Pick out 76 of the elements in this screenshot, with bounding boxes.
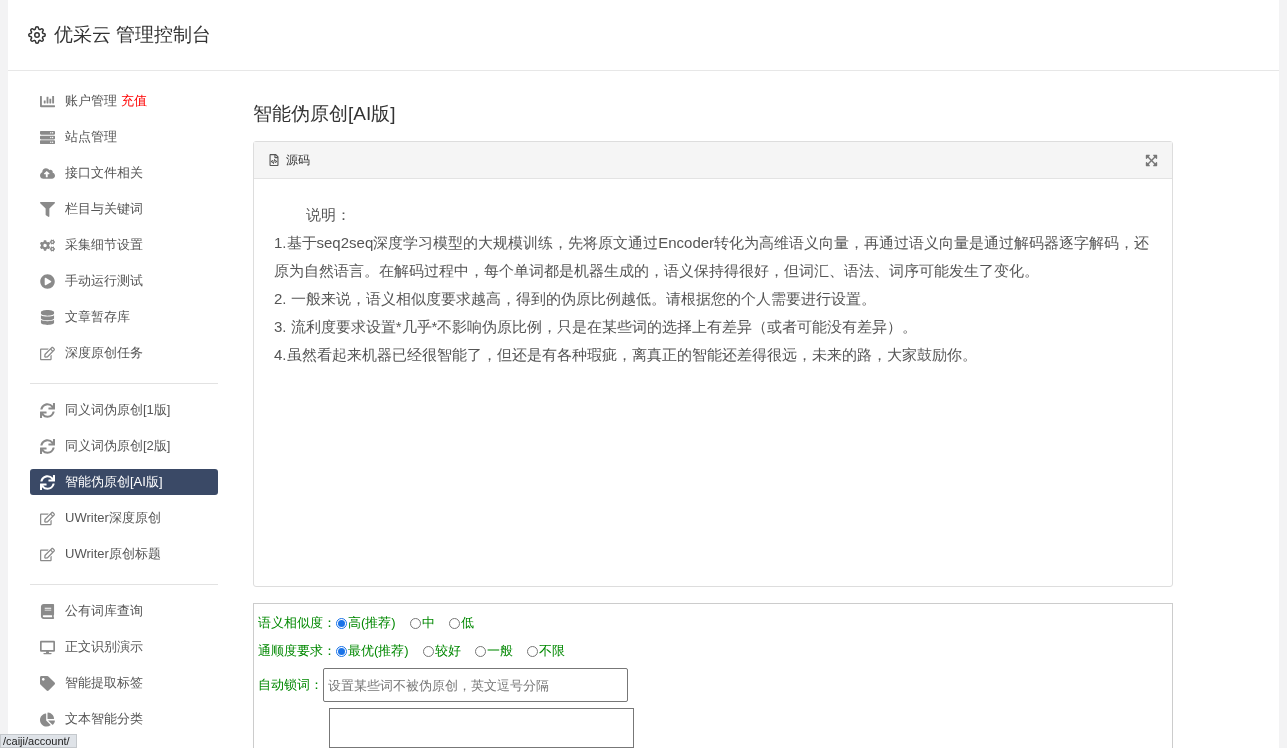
pie-chart-icon <box>40 711 55 727</box>
sidebar-item[interactable]: 智能提取标签 <box>30 670 218 696</box>
item-label: 同义词伪原创[2版] <box>65 437 171 455</box>
settings-icon <box>28 26 46 44</box>
book-icon <box>40 603 55 619</box>
item-label: 文章暂存库 <box>65 308 130 326</box>
sidebar-item[interactable]: 同义词伪原创[2版] <box>30 433 218 459</box>
sidebar-item[interactable]: 公有词库查询 <box>30 598 218 624</box>
field-label: 自动锁词： <box>258 676 323 694</box>
item-label: UWriter深度原创 <box>65 509 161 527</box>
sidebar-item[interactable]: 接口文件相关 <box>30 160 218 186</box>
server-icon <box>40 129 55 145</box>
item-label: 深度原创任务 <box>65 344 143 362</box>
item-label: 采集细节设置 <box>65 236 143 254</box>
sidebar-item[interactable]: UWriter原创标题 <box>30 541 218 567</box>
item-label: 手动运行测试 <box>65 272 143 290</box>
edit-icon <box>40 546 55 562</box>
sidebar-item[interactable]: 账户管理 充值 <box>30 88 218 114</box>
edit-icon <box>40 345 55 361</box>
radio-option[interactable]: 较好 <box>422 642 461 660</box>
note-paragraph: 2. 一般来说，语义相似度要求越高，得到的伪原比例越低。请根据您的个人需要进行设置。 <box>274 289 877 309</box>
field-label: 语义相似度： <box>258 614 336 632</box>
page-title: 智能伪原创[AI版] <box>253 102 397 126</box>
refresh-icon <box>40 402 55 418</box>
monitor-icon <box>40 639 55 655</box>
radio-option[interactable]: 最优(推荐) <box>336 642 409 660</box>
note-title: 说明： <box>305 205 352 225</box>
edit-icon <box>40 510 55 526</box>
sidebar-item[interactable]: 栏目与关键词 <box>30 196 218 222</box>
sidebar-item[interactable]: 文章暂存库 <box>30 304 218 330</box>
bar-chart-icon <box>40 93 55 109</box>
item-label: 接口文件相关 <box>65 164 143 182</box>
tag-icon <box>40 675 55 691</box>
status-url: /caiji/account/ <box>0 734 77 748</box>
refresh-icon <box>40 474 55 490</box>
input-field[interactable]: 设置某些词不被伪原创，英文逗号分隔 <box>323 668 628 702</box>
field-label: 通顺度要求： <box>258 642 336 660</box>
radio-option[interactable]: 高(推荐) <box>336 614 396 632</box>
radio-option[interactable]: 低 <box>448 614 474 632</box>
note-paragraph: 4.虽然看起来机器已经很智能了，但还是有各种瑕疵，离真正的智能还差得很远，未来的路，大家鼓励你。 <box>274 345 978 365</box>
database-icon <box>40 309 55 325</box>
text-area[interactable] <box>329 708 634 748</box>
item-label: UWriter原创标题 <box>65 545 161 563</box>
item-label: 账户管理 <box>65 92 117 110</box>
sidebar-item[interactable]: 采集细节设置 <box>30 232 218 258</box>
source-tab[interactable]: 源码 <box>268 151 310 169</box>
gears-icon <box>40 237 55 253</box>
fullscreen-icon[interactable] <box>1145 153 1158 167</box>
note-paragraph: 1.基于seq2seq深度学习模型的大规模训练，先将原文通过Encoder转化为高维语义向量，再通过语义向量是通过解码器逐字解码，还原为自然语言。在解码过程中，每个单词都是机器生成的，语义保持得很好，但词汇、语法、词序可能发生了变化。 <box>274 233 1151 281</box>
sidebar-item[interactable]: 文本智能分类 <box>30 706 218 732</box>
radio-option[interactable]: 中 <box>409 614 435 632</box>
sidebar-item[interactable]: 手动运行测试 <box>30 268 218 294</box>
sidebar-item[interactable]: 站点管理 <box>30 124 218 150</box>
item-label: 站点管理 <box>65 128 117 146</box>
sidebar-item[interactable]: 同义词伪原创[1版] <box>30 397 218 423</box>
radio-option[interactable]: 一般 <box>474 642 513 660</box>
recharge-link[interactable]: 充值 <box>121 92 147 110</box>
note-paragraph: 3. 流利度要求设置*几乎*不影响伪原比例，只是在某些词的选择上有差异（或者可能没有差异）。 <box>274 317 919 337</box>
item-label: 智能伪原创[AI版] <box>65 473 163 491</box>
item-label: 文本智能分类 <box>65 710 143 728</box>
sidebar-item[interactable]: 正文识别演示 <box>30 634 218 660</box>
app-title: 优采云 管理控制台 <box>54 23 212 47</box>
item-label: 同义词伪原创[1版] <box>65 401 171 419</box>
cloud-upload-icon <box>40 165 55 181</box>
sidebar-item[interactable]: UWriter深度原创 <box>30 505 218 531</box>
radio-option[interactable]: 不限 <box>526 642 565 660</box>
item-label: 栏目与关键词 <box>65 200 143 218</box>
play-icon <box>40 273 55 289</box>
code-file-icon <box>268 154 280 166</box>
filter-icon <box>40 201 55 217</box>
refresh-icon <box>40 438 55 454</box>
item-label: 正文识别演示 <box>65 638 143 656</box>
sidebar-item[interactable]: 深度原创任务 <box>30 340 218 366</box>
sidebar-item[interactable]: 智能伪原创[AI版] <box>30 469 218 495</box>
item-label: 智能提取标签 <box>65 674 143 692</box>
item-label: 公有词库查询 <box>65 602 143 620</box>
